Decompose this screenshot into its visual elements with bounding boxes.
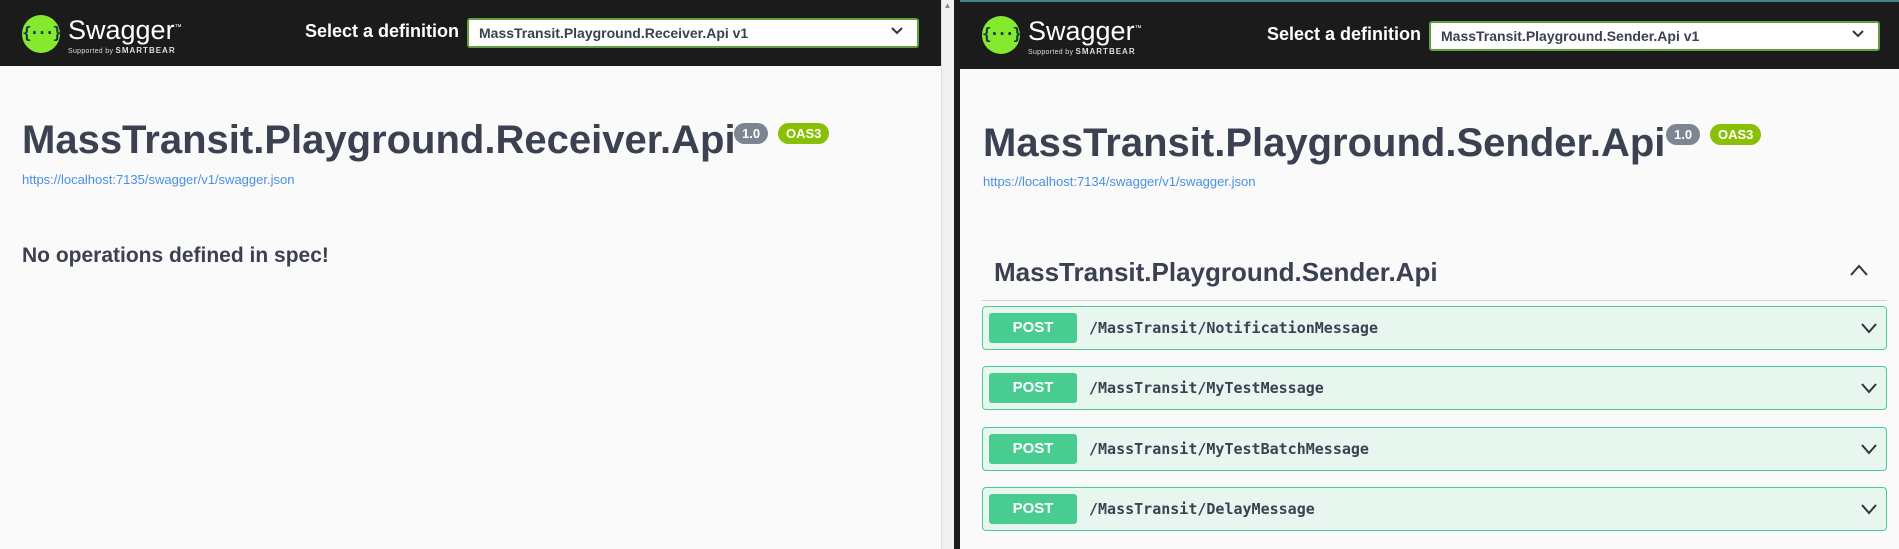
logo-name: Swagger™ <box>1028 16 1142 46</box>
operation-path: /MassTransit/NotificationMessage <box>1089 319 1378 337</box>
definition-select[interactable]: MassTransit.Playground.Receiver.Api v1 <box>467 18 919 48</box>
oas-badge: OAS3 <box>778 123 830 144</box>
method-badge: POST <box>989 494 1077 524</box>
select-definition-label: Select a definition <box>1267 24 1422 44</box>
scroll-up-arrow-icon[interactable]: ▲ <box>943 2 952 10</box>
topbar: {···} Swagger™ Supported by SMARTBEAR Se… <box>960 0 1899 69</box>
topbar: {···} Swagger™ Supported by SMARTBEAR Se… <box>0 0 941 66</box>
operation-path: /MassTransit/DelayMessage <box>1089 500 1315 518</box>
swagger-logo-icon: {···} <box>982 16 1022 54</box>
swagger-logo[interactable]: {···} Swagger™ Supported by SMARTBEAR <box>22 13 202 55</box>
chevron-down-icon[interactable] <box>1860 381 1878 395</box>
spec-url-link[interactable]: https://localhost:7134/swagger/v1/swagge… <box>983 174 1255 189</box>
operation-row[interactable]: POST /MassTransit/NotificationMessage <box>982 306 1887 350</box>
swagger-logo[interactable]: {···} Swagger™ Supported by SMARTBEAR <box>982 14 1162 56</box>
version-badge: 1.0 <box>734 123 769 144</box>
chevron-down-icon[interactable] <box>1860 442 1878 456</box>
page-title: MassTransit.Playground.Receiver.Api <box>22 118 736 162</box>
chevron-down-icon[interactable] <box>1860 321 1878 335</box>
version-badge: 1.0 <box>1666 124 1701 145</box>
scrollbar[interactable] <box>941 0 954 549</box>
swagger-logo-icon: {···} <box>22 15 62 53</box>
no-operations-message: No operations defined in spec! <box>22 244 329 267</box>
tag-section-header[interactable]: MassTransit.Playground.Sender.Api <box>982 249 1887 301</box>
select-definition-label: Select a definition <box>305 21 460 41</box>
spec-url-link[interactable]: https://localhost:7135/swagger/v1/swagge… <box>22 172 294 187</box>
receiver-swagger-window: {···} Swagger™ Supported by SMARTBEAR Se… <box>0 0 941 549</box>
definition-select-value: MassTransit.Playground.Sender.Api v1 <box>1441 28 1700 44</box>
operation-row[interactable]: POST /MassTransit/MyTestBatchMessage <box>982 427 1887 471</box>
definition-select[interactable]: MassTransit.Playground.Sender.Api v1 <box>1429 21 1880 51</box>
sender-swagger-window: {···} Swagger™ Supported by SMARTBEAR Se… <box>960 0 1899 549</box>
method-badge: POST <box>989 434 1077 464</box>
logo-name: Swagger™ <box>68 15 182 45</box>
operation-path: /MassTransit/MyTestMessage <box>1089 379 1324 397</box>
definition-select-value: MassTransit.Playground.Receiver.Api v1 <box>479 25 749 41</box>
chevron-up-icon[interactable] <box>1849 263 1869 277</box>
page-title: MassTransit.Playground.Sender.Api <box>983 121 1666 165</box>
chevron-down-icon[interactable] <box>1860 502 1878 516</box>
chevron-down-icon <box>891 27 903 35</box>
logo-subtitle: Supported by SMARTBEAR <box>68 46 176 55</box>
oas-badge: OAS3 <box>1710 124 1762 145</box>
operation-path: /MassTransit/MyTestBatchMessage <box>1089 440 1369 458</box>
method-badge: POST <box>989 313 1077 343</box>
operation-row[interactable]: POST /MassTransit/MyTestMessage <box>982 366 1887 410</box>
tag-name: MassTransit.Playground.Sender.Api <box>994 257 1438 287</box>
operation-row[interactable]: POST /MassTransit/DelayMessage <box>982 487 1887 531</box>
method-badge: POST <box>989 373 1077 403</box>
chevron-down-icon <box>1852 30 1864 38</box>
logo-subtitle: Supported by SMARTBEAR <box>1028 47 1136 56</box>
